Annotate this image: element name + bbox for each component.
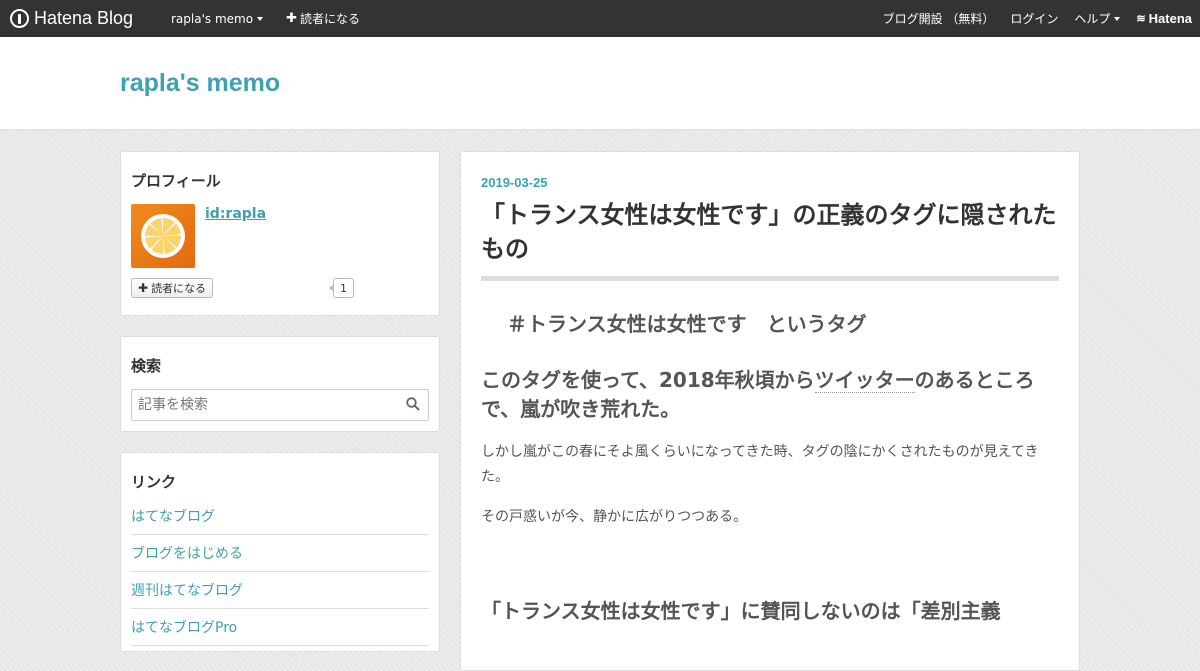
heading-storm: このタグを使って、2018年秋頃からツイッターのあるところで、嵐が吹き荒れた。 — [481, 368, 1035, 421]
article: 2019-03-25 「トランス女性は女性です」の正義のタグに隠されたもの ＃ト… — [460, 151, 1080, 671]
subscriber-count[interactable]: 1 — [329, 278, 354, 298]
profile-subscribe-button[interactable]: ✚ 読者になる — [131, 278, 214, 298]
blog-menu-dropdown[interactable]: rapla's memo — [171, 12, 264, 26]
title-divider — [481, 276, 1059, 281]
links-list: はてなブログ ブログをはじめる 週刊はてなブログ はてなブログPro — [131, 498, 429, 646]
entry-title[interactable]: 「トランス女性は女性です」の正義のタグに隠されたもの — [481, 198, 1061, 266]
account-nav: ブログ開設 （無料） ログイン ヘルプ ≋ Hatena — [867, 0, 1192, 37]
hatena-blog-logo[interactable]: Hatena Blog — [10, 7, 133, 29]
links-title: リンク — [131, 473, 177, 491]
profile-title: プロフィール — [131, 172, 221, 190]
link-item[interactable]: はてなブログPro — [131, 609, 429, 646]
entry-date[interactable]: 2019-03-25 — [481, 175, 548, 190]
caret-down-icon — [257, 16, 264, 21]
search-title: 検索 — [131, 357, 162, 375]
paragraph: その戸惑いが今、静かに広がりつつある。 — [481, 509, 748, 525]
lemon-slice-icon — [141, 214, 185, 258]
plus-icon: ✚ — [138, 281, 149, 295]
caret-down-icon — [1114, 16, 1121, 21]
twitter-keyword-link[interactable]: ツイッター — [814, 368, 915, 393]
blog-nav: rapla's memo ✚ 読者になる — [171, 0, 360, 37]
avatar[interactable] — [131, 204, 195, 268]
search-icon[interactable] — [406, 397, 420, 411]
help-dropdown[interactable]: ヘルプ — [1074, 10, 1121, 27]
link-item[interactable]: はてなブログ — [131, 498, 429, 535]
plus-icon: ✚ — [286, 11, 297, 26]
search-input[interactable] — [132, 390, 392, 420]
heading-next: 「トランス女性は女性です」に賛同しないのは「差別主義 — [481, 599, 1001, 623]
heading-tag: ＃トランス女性は女性です というタグ — [507, 312, 867, 336]
login-link[interactable]: ログイン — [1010, 10, 1058, 27]
profile-id-link[interactable]: id:rapla — [205, 206, 266, 222]
start-blog-link[interactable]: ブログ開設 （無料） — [883, 10, 995, 27]
search-field — [131, 389, 429, 421]
profile-module: プロフィール id:rapla ✚ 読者になる 1 — [120, 151, 440, 316]
hatena-wave-icon: ≋ — [1136, 13, 1146, 25]
links-module: リンク はてなブログ ブログをはじめる 週刊はてなブログ はてなブログPro — [120, 452, 440, 652]
paragraph: しかし嵐がこの春にそよ風くらいになってきた時、タグの陰にかくされたものが見えてき… — [481, 444, 1039, 485]
header-subscribe-button[interactable]: ✚ 読者になる — [286, 10, 360, 27]
hatena-blog-logo-icon — [10, 8, 29, 28]
blog-header: rapla's memo — [0, 37, 1200, 130]
blog-title[interactable]: rapla's memo — [120, 69, 280, 98]
hatena-menu[interactable]: ≋ Hatena — [1136, 11, 1192, 26]
global-header: Hatena Blog rapla's memo ✚ 読者になる ブログ開設 （… — [0, 0, 1200, 37]
search-module: 検索 — [120, 336, 440, 432]
link-item[interactable]: ブログをはじめる — [131, 535, 429, 572]
link-item[interactable]: 週刊はてなブログ — [131, 572, 429, 609]
